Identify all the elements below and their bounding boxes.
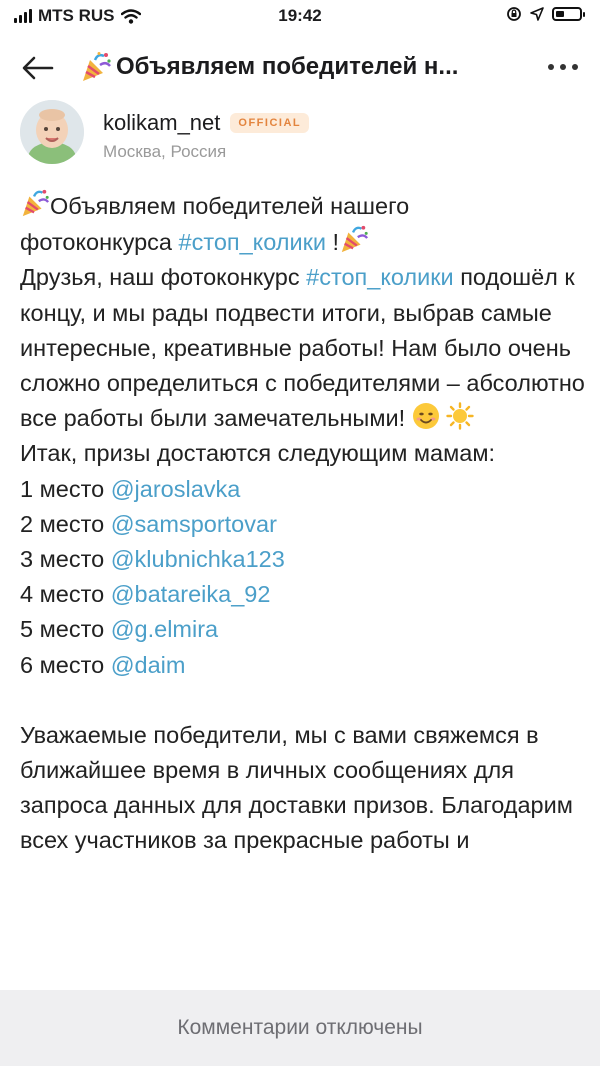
post-body: Объявляем победителей нашего фотоконкурс… <box>20 188 590 859</box>
paragraph-1-start: Друзья, наш фотоконкурс <box>20 264 307 291</box>
dot-icon <box>560 64 566 70</box>
top-bar: Объявляем победителей н... <box>0 40 600 96</box>
place-label: 4 место <box>20 581 111 608</box>
post-paragraph-1: Друзья, наш фотоконкурс #стоп_колики под… <box>20 260 590 436</box>
user-mention-link[interactable]: @batareika_92 <box>111 581 271 607</box>
more-options-button[interactable] <box>548 52 578 82</box>
place-label: 2 место <box>20 510 111 537</box>
list-item: 5 место @g.elmira <box>20 612 590 647</box>
dot-icon <box>548 64 554 70</box>
user-mention-link[interactable]: @klubnichka123 <box>111 546 285 572</box>
place-label: 3 место <box>20 546 111 573</box>
party-popper-icon <box>22 189 50 217</box>
page-title-text: Объявляем победителей н... <box>116 53 459 80</box>
page-title: Объявляем победителей н... <box>80 50 520 84</box>
status-bar: MTS RUS 19:42 <box>0 0 600 36</box>
heading-line1: Объявляем победителей нашего <box>50 193 410 219</box>
rotation-lock-icon <box>507 7 521 21</box>
list-item: 4 место @batareika_92 <box>20 577 590 612</box>
post-heading: Объявляем победителей нашего фотоконкурс… <box>20 188 590 260</box>
post-paragraph-3: Уважаемые победители, мы с вами свяжемся… <box>20 721 573 854</box>
battery-icon <box>552 7 585 21</box>
dot-icon <box>572 64 578 70</box>
location-arrow-icon <box>530 7 544 21</box>
author-location: Москва, Россия <box>103 142 227 161</box>
list-item: 1 место @jaroslavka <box>20 472 590 507</box>
heading-line2: фотоконкурса <box>20 229 179 256</box>
avatar[interactable] <box>20 100 84 164</box>
user-mention-link[interactable]: @daim <box>111 652 186 678</box>
party-popper-icon <box>83 52 111 81</box>
hashtag-link[interactable]: #стоп_колики <box>179 229 327 255</box>
place-label: 5 место <box>20 616 111 643</box>
winners-list: 1 место @jaroslavka 2 место @samsportova… <box>20 472 590 683</box>
back-button[interactable] <box>18 50 58 86</box>
place-label: 6 место <box>20 651 111 678</box>
party-popper-icon <box>341 226 369 253</box>
author-name-row: kolikam_net OFFICIAL <box>103 110 310 136</box>
comments-disabled-bar: Комментарии отключены <box>0 990 600 1066</box>
heading-line2-end: ! <box>326 229 340 256</box>
hashtag-link[interactable]: #стоп_колики <box>306 264 454 290</box>
baby-photo-icon <box>20 100 84 164</box>
author-block: kolikam_net OFFICIAL Москва, Россия <box>20 100 580 170</box>
text-fade <box>0 960 600 990</box>
user-mention-link[interactable]: @g.elmira <box>111 616 218 642</box>
user-mention-link[interactable]: @jaroslavka <box>111 476 241 502</box>
comments-disabled-label: Комментарии отключены <box>177 1016 423 1039</box>
list-item: 6 место @daim <box>20 648 590 683</box>
sun-icon <box>446 402 474 430</box>
list-item: 2 место @samsportovar <box>20 507 590 542</box>
place-label: 1 место <box>20 475 111 502</box>
list-item: 3 место @klubnichka123 <box>20 542 590 577</box>
official-badge: OFFICIAL <box>230 113 310 133</box>
battery-level <box>556 11 564 17</box>
author-name[interactable]: kolikam_net <box>103 110 220 136</box>
post-paragraph-2: Итак, призы достаются следующим мамам: <box>20 440 496 467</box>
arrow-left-icon <box>22 56 54 80</box>
smiling-face-icon <box>412 403 439 430</box>
user-mention-link[interactable]: @samsportovar <box>111 511 277 537</box>
status-right <box>506 6 585 22</box>
